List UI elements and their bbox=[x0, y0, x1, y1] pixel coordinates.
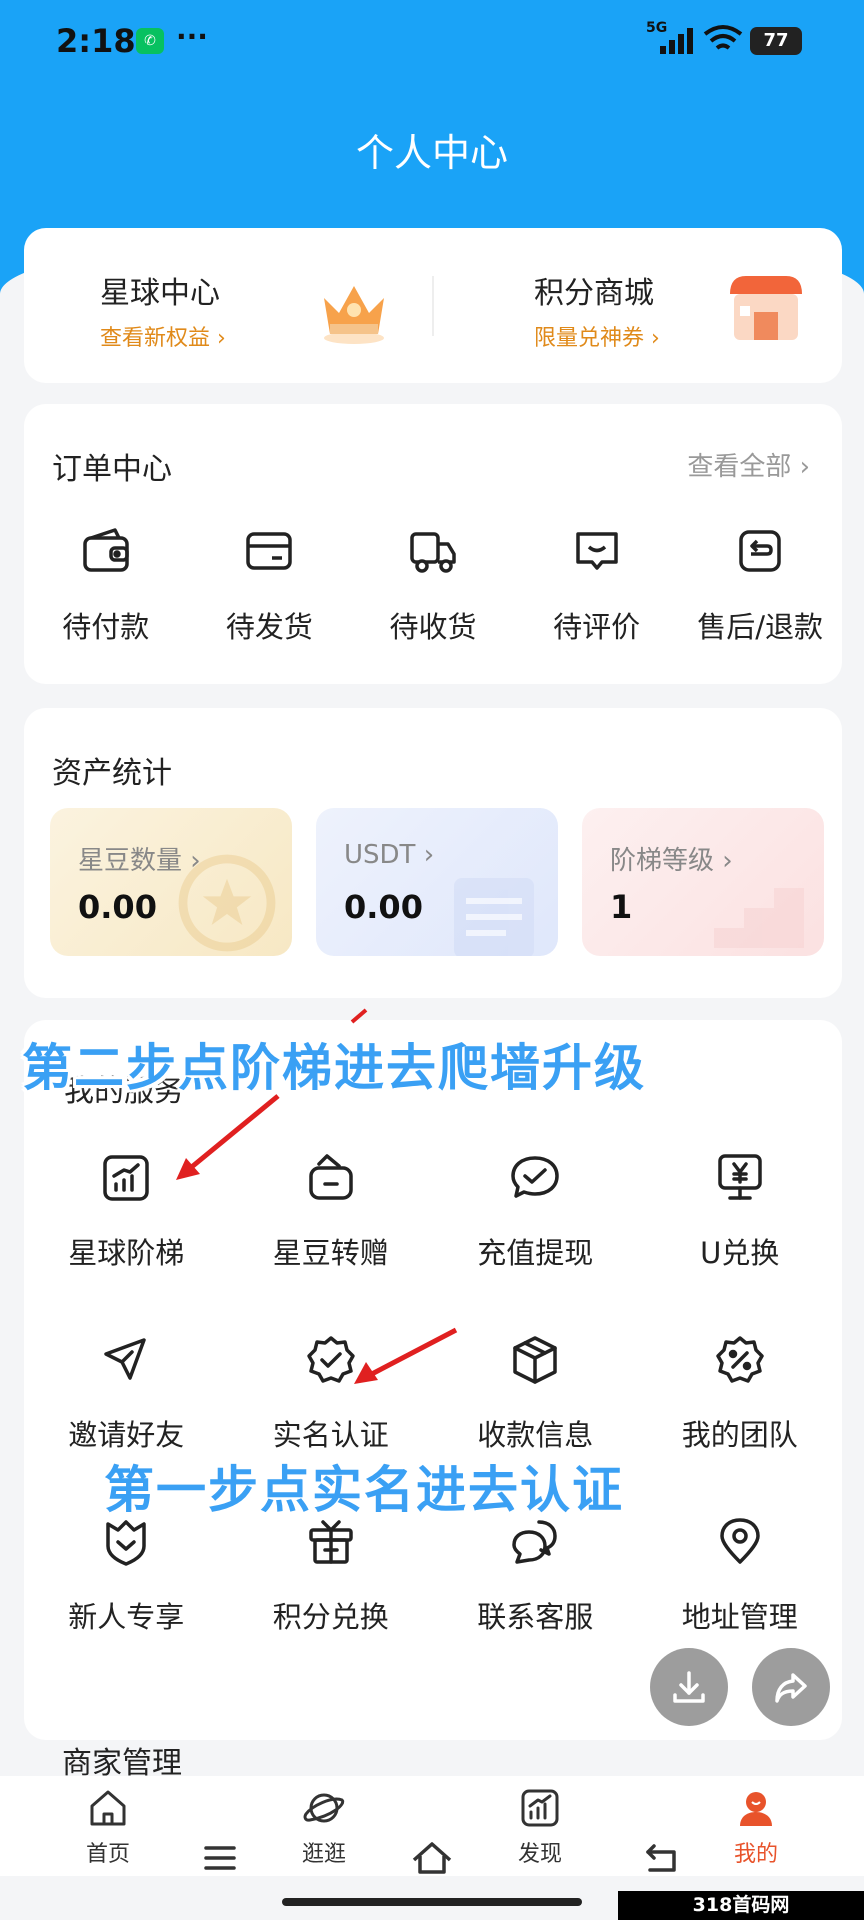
order-pending-shipment-label: 待发货 bbox=[225, 610, 313, 644]
usdt-value: 0.00 bbox=[344, 888, 423, 926]
planet-center-title: 星球中心 bbox=[100, 276, 220, 311]
status-bar: 2:18 ✆ ··· 5G 77 bbox=[0, 0, 864, 84]
battery-indicator: 77 bbox=[750, 27, 802, 55]
points-mall-title: 积分商城 bbox=[534, 276, 654, 311]
usdt-asset[interactable]: USDT › 0.00 bbox=[316, 808, 558, 956]
order-pending-review-label: 待评价 bbox=[553, 610, 641, 644]
service-payment-info[interactable]: 收款信息 bbox=[433, 1334, 638, 1454]
service-address-management-label: 地址管理 bbox=[681, 1600, 798, 1634]
service-my-team[interactable]: 我的团队 bbox=[638, 1334, 843, 1454]
signal-icon bbox=[660, 28, 693, 54]
order-pending-receipt[interactable]: 待收货 bbox=[351, 524, 515, 646]
status-time: 2:18 bbox=[56, 22, 136, 60]
ladder-level-label: 阶梯等级 › bbox=[610, 846, 733, 876]
yen-monitor-icon bbox=[718, 1154, 762, 1200]
service-real-name-auth[interactable]: 实名认证 bbox=[229, 1334, 434, 1454]
service-bean-transfer[interactable]: 星豆转赠 bbox=[229, 1152, 434, 1272]
service-recharge-withdraw-label: 充值提现 bbox=[477, 1236, 594, 1270]
return-icon bbox=[739, 530, 781, 572]
order-pending-shipment[interactable]: 待发货 bbox=[188, 524, 352, 646]
service-invite-friends-label: 邀请好友 bbox=[68, 1418, 185, 1452]
top-card: 星球中心 查看新权益 › 积分商城 限量兑神券 › bbox=[24, 228, 842, 383]
service-planet-ladder[interactable]: 星球阶梯 bbox=[24, 1152, 229, 1272]
share-button[interactable] bbox=[752, 1648, 830, 1726]
home-icon bbox=[90, 1790, 126, 1826]
service-contact-support[interactable]: 联系客服 bbox=[433, 1516, 638, 1636]
service-recharge-withdraw[interactable]: 充值提现 bbox=[433, 1152, 638, 1272]
ladder-level-asset[interactable]: 阶梯等级 › 1 bbox=[582, 808, 824, 956]
service-payment-info-label: 收款信息 bbox=[477, 1418, 594, 1452]
star-bean-label: 星豆数量 › bbox=[78, 846, 201, 876]
check-chat-icon bbox=[511, 1156, 559, 1198]
trend-icon bbox=[521, 1789, 559, 1827]
chart-icon bbox=[103, 1155, 149, 1201]
order-pending-receipt-label: 待收货 bbox=[389, 610, 477, 644]
menu-icon[interactable] bbox=[196, 1838, 244, 1878]
services-card: 我的服务 星球阶梯 星豆转赠 充值提现 U兑换 邀请好友 实名认证 收款信息 我… bbox=[24, 1020, 842, 1740]
bag-icon bbox=[309, 1154, 353, 1200]
service-invite-friends[interactable]: 邀请好友 bbox=[24, 1334, 229, 1454]
package-icon bbox=[513, 1336, 557, 1384]
home-nav-icon[interactable] bbox=[408, 1838, 456, 1878]
service-real-name-auth-label: 实名认证 bbox=[272, 1418, 389, 1452]
back-icon[interactable] bbox=[638, 1838, 686, 1878]
service-address-management[interactable]: 地址管理 bbox=[638, 1516, 843, 1636]
order-pending-review[interactable]: 待评价 bbox=[515, 524, 679, 646]
order-after-sales-label: 售后/退款 bbox=[697, 610, 824, 644]
wallet-icon bbox=[83, 528, 129, 572]
discount-icon bbox=[716, 1336, 764, 1383]
download-icon bbox=[673, 1671, 705, 1703]
service-u-exchange-label: U兑换 bbox=[700, 1236, 780, 1270]
comment-icon bbox=[575, 532, 618, 570]
service-newcomer-exclusive-label: 新人专享 bbox=[68, 1600, 185, 1634]
location-icon bbox=[720, 1518, 760, 1564]
planet-icon bbox=[303, 1793, 345, 1823]
star-bean-value: 0.00 bbox=[78, 888, 157, 926]
more-notifications-icon: ··· bbox=[176, 20, 208, 53]
order-pending-payment-label: 待付款 bbox=[62, 610, 150, 644]
usdt-label: USDT › bbox=[344, 840, 435, 870]
service-contact-support-label: 联系客服 bbox=[477, 1600, 594, 1634]
star-bean-asset[interactable]: 星豆数量 › 0.00 bbox=[50, 808, 292, 956]
service-points-exchange[interactable]: 积分兑换 bbox=[229, 1516, 434, 1636]
gesture-home-bar[interactable] bbox=[282, 1898, 582, 1906]
step1-annotation: 第一步点实名进去认证 bbox=[104, 1461, 624, 1519]
box-icon bbox=[246, 532, 293, 570]
order-center-card: 订单中心 查看全部 › 待付款 待发货 待收货 待评价 售后/退款 bbox=[24, 404, 842, 684]
document-icon bbox=[454, 878, 534, 956]
page-title: 个人中心 bbox=[355, 131, 508, 175]
ladder-level-value: 1 bbox=[610, 888, 633, 926]
points-mall-subtitle: 限量兑神券 › bbox=[534, 326, 660, 351]
service-points-exchange-label: 积分兑换 bbox=[272, 1600, 389, 1634]
planet-center-subtitle: 查看新权益 › bbox=[100, 326, 226, 351]
assets-card: 资产统计 星豆数量 › 0.00 USDT › 0.00 阶梯等级 › 1 bbox=[24, 708, 842, 998]
service-bean-transfer-label: 星豆转赠 bbox=[272, 1236, 389, 1270]
service-planet-ladder-label: 星球阶梯 bbox=[68, 1236, 185, 1270]
profile-icon bbox=[740, 1792, 772, 1826]
site-watermark: 318首码网 www.e318.com bbox=[618, 1891, 864, 1920]
order-pending-payment[interactable]: 待付款 bbox=[24, 524, 188, 646]
chat-bubbles-icon bbox=[512, 1520, 557, 1564]
gift-icon bbox=[309, 1520, 353, 1564]
truck-icon bbox=[410, 532, 456, 573]
verified-icon bbox=[307, 1336, 355, 1383]
share-icon bbox=[775, 1673, 807, 1703]
service-newcomer-exclusive[interactable]: 新人专享 bbox=[24, 1516, 229, 1636]
order-center-title: 订单中心 bbox=[52, 452, 172, 487]
planet-center-entry[interactable]: 星球中心 查看新权益 › bbox=[24, 228, 432, 383]
download-button[interactable] bbox=[650, 1648, 728, 1726]
step2-annotation: 第二步点阶梯进去爬墙升级 bbox=[22, 1039, 646, 1097]
shield-heart-icon bbox=[106, 1520, 146, 1566]
view-all-orders-link[interactable]: 查看全部 › bbox=[687, 446, 810, 483]
shop-icon bbox=[730, 276, 802, 340]
service-u-exchange[interactable]: U兑换 bbox=[638, 1152, 843, 1272]
order-after-sales[interactable]: 售后/退款 bbox=[678, 524, 842, 646]
wifi-icon bbox=[703, 25, 743, 50]
assets-title: 资产统计 bbox=[52, 756, 172, 791]
wechat-icon: ✆ bbox=[136, 28, 164, 54]
crown-icon bbox=[324, 286, 384, 344]
service-my-team-label: 我的团队 bbox=[681, 1418, 798, 1452]
send-icon bbox=[104, 1338, 146, 1380]
